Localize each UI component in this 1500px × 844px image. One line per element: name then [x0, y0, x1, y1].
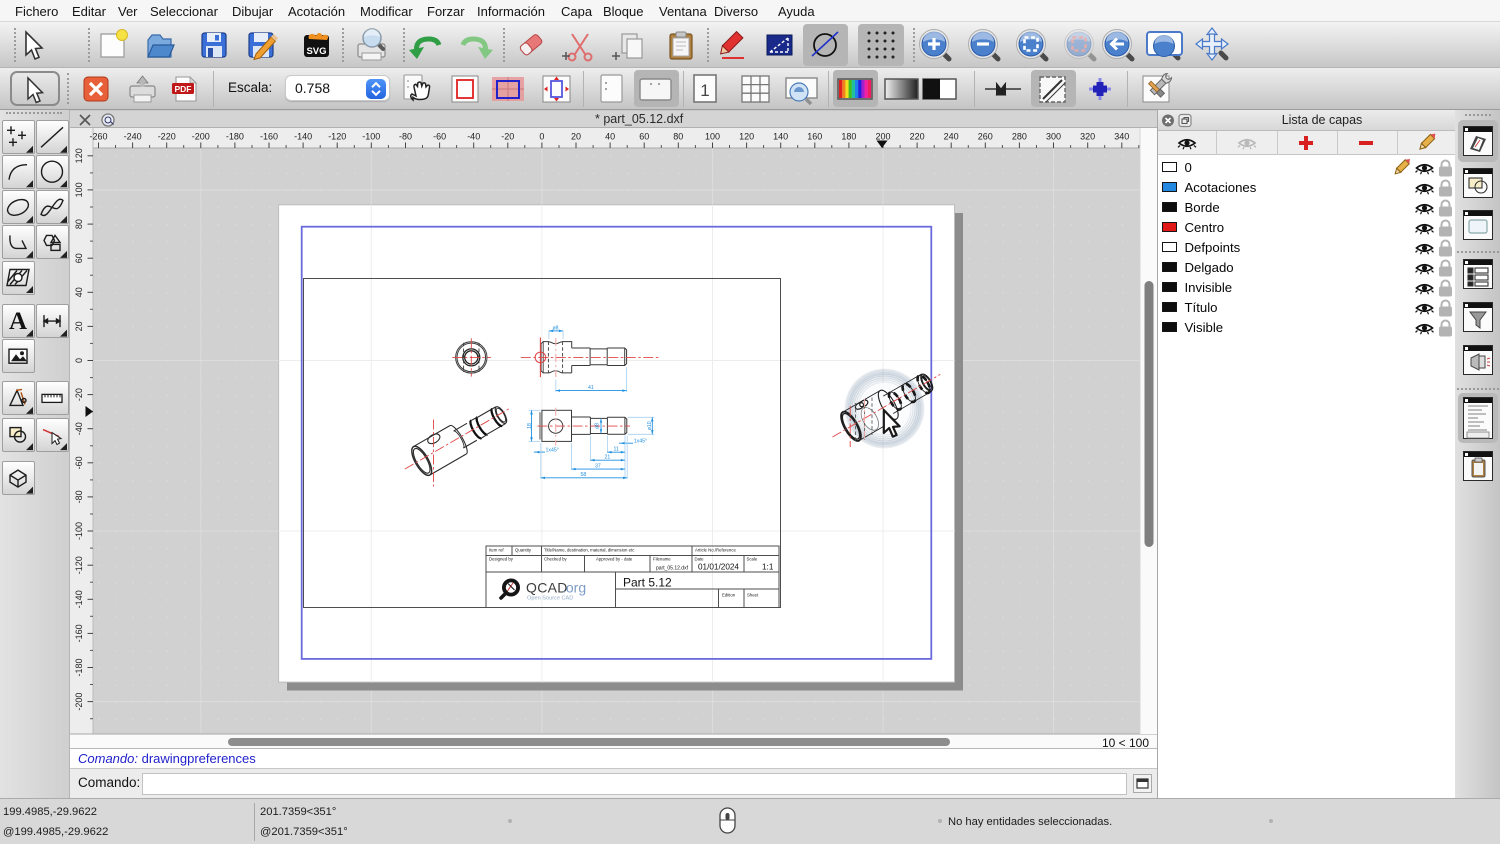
svg-text:Designed by: Designed by: [489, 557, 514, 562]
svg-text:320: 320: [1080, 132, 1095, 142]
svg-text:220: 220: [910, 132, 925, 142]
svg-text:Article No./Reference: Article No./Reference: [695, 548, 736, 553]
svg-text:58: 58: [581, 472, 587, 478]
svg-text:-60: -60: [433, 132, 446, 142]
svg-text:37: 37: [595, 463, 601, 469]
svg-text:41: 41: [588, 385, 594, 391]
svg-text:1x45°: 1x45°: [634, 438, 647, 444]
svg-text:-240: -240: [124, 132, 142, 142]
svg-text:-40: -40: [74, 422, 84, 435]
svg-text:Scale: Scale: [747, 557, 758, 562]
svg-text:part_05.12.dxf: part_05.12.dxf: [656, 566, 689, 572]
svg-text:60: 60: [74, 253, 84, 263]
svg-text:Filename: Filename: [653, 557, 671, 562]
svg-text:Edition: Edition: [722, 593, 736, 598]
svg-text:300: 300: [1046, 132, 1061, 142]
svg-text:1: 1: [700, 81, 709, 100]
svg-text:40: 40: [605, 132, 615, 142]
svg-text:-160: -160: [74, 624, 84, 642]
svg-text:-100: -100: [362, 132, 380, 142]
svg-text:-40: -40: [467, 132, 480, 142]
svg-text:340: 340: [1114, 132, 1129, 142]
svg-text:-100: -100: [74, 522, 84, 540]
svg-text:-140: -140: [294, 132, 312, 142]
svg-text:-220: -220: [158, 132, 176, 142]
svg-text:Sheet: Sheet: [747, 593, 759, 598]
svg-text:-200: -200: [74, 693, 84, 711]
svg-text:0: 0: [539, 132, 544, 142]
svg-text:A: A: [9, 308, 27, 335]
svg-text:280: 280: [1012, 132, 1027, 142]
svg-text:-160: -160: [260, 132, 278, 142]
svg-text:ø10: ø10: [647, 421, 653, 430]
svg-text:1x45°: 1x45°: [546, 447, 559, 453]
svg-text:21: 21: [605, 455, 611, 461]
svg-text:01/01/2024: 01/01/2024: [698, 563, 739, 572]
svg-text:60: 60: [639, 132, 649, 142]
svg-text:-180: -180: [226, 132, 244, 142]
svg-text:-80: -80: [399, 132, 412, 142]
svg-text:ø8: ø8: [553, 325, 559, 331]
svg-text:120: 120: [739, 132, 754, 142]
svg-text:18: 18: [527, 423, 533, 429]
svg-text:20: 20: [74, 321, 84, 331]
svg-text:-80: -80: [74, 490, 84, 503]
svg-text:.org: .org: [562, 580, 586, 596]
svg-text:-200: -200: [192, 132, 210, 142]
svg-text:ø8: ø8: [594, 423, 600, 429]
svg-text:100: 100: [74, 182, 84, 197]
svg-text:Date: Date: [695, 557, 705, 562]
svg-text:-20: -20: [501, 132, 514, 142]
svg-text:-60: -60: [74, 456, 84, 469]
svg-text:160: 160: [807, 132, 822, 142]
svg-text:-180: -180: [74, 658, 84, 676]
svg-text:-140: -140: [74, 590, 84, 608]
svg-text:40: 40: [74, 287, 84, 297]
svg-text:120: 120: [74, 148, 84, 163]
svg-text:180: 180: [841, 132, 856, 142]
svg-text:Part 5.12: Part 5.12: [623, 576, 672, 590]
svg-text:-120: -120: [74, 556, 84, 574]
svg-text:-260: -260: [89, 132, 107, 142]
svg-text:240: 240: [944, 132, 959, 142]
svg-text:-120: -120: [328, 132, 346, 142]
svg-text:Title/Name, destination, mater: Title/Name, destination, material, dimen…: [544, 548, 635, 553]
svg-text:Approved by - date: Approved by - date: [596, 557, 633, 562]
svg-text:20: 20: [571, 132, 581, 142]
svg-text:PDF: PDF: [175, 84, 192, 94]
svg-text:100: 100: [705, 132, 720, 142]
svg-text:140: 140: [773, 132, 788, 142]
svg-text:80: 80: [74, 219, 84, 229]
svg-text:SVG: SVG: [306, 46, 326, 57]
svg-text:80: 80: [673, 132, 683, 142]
svg-text:1:1: 1:1: [762, 563, 774, 572]
svg-text:0: 0: [74, 358, 84, 363]
svg-text:Quantity: Quantity: [515, 548, 532, 553]
svg-text:11: 11: [614, 447, 619, 453]
svg-text:200: 200: [875, 132, 890, 142]
svg-text:Item ref: Item ref: [489, 548, 504, 553]
svg-text:Checked by: Checked by: [544, 557, 568, 562]
svg-text:260: 260: [978, 132, 993, 142]
svg-text:-20: -20: [74, 388, 84, 401]
svg-text:Open Source CAD: Open Source CAD: [527, 596, 573, 602]
